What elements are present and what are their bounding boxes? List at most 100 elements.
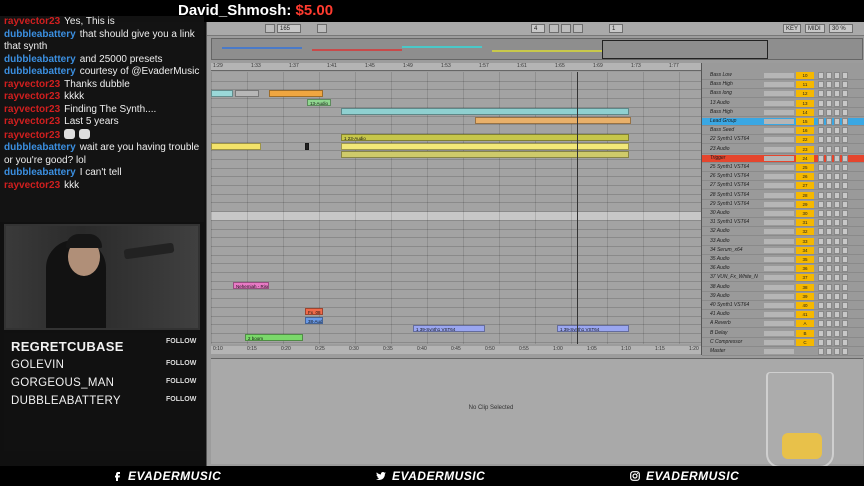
chat-username[interactable]: dubbleabattery xyxy=(4,66,76,77)
track-header[interactable]: A Reverb A xyxy=(702,320,864,328)
track-activator[interactable]: 30 xyxy=(796,210,814,217)
track-button[interactable] xyxy=(842,330,848,337)
arm-button[interactable] xyxy=(826,320,832,327)
track-name[interactable]: Bass High xyxy=(710,81,762,88)
track-name[interactable]: 22 Synth1 VST64 xyxy=(710,136,762,143)
mute-button[interactable] xyxy=(834,238,840,245)
track-header[interactable]: 38 Audio 38 xyxy=(702,284,864,292)
track-activator[interactable]: 24 xyxy=(796,155,814,162)
track-header[interactable]: Bass Seed 16 xyxy=(702,127,864,135)
track-name[interactable]: Bass Seed xyxy=(710,127,762,134)
metronome-button[interactable] xyxy=(317,24,327,33)
track-name[interactable]: 35 Audio xyxy=(710,256,762,263)
clip[interactable] xyxy=(341,108,629,115)
track-header[interactable]: 29 Synth1 VST64 29 xyxy=(702,201,864,209)
solo-button[interactable] xyxy=(818,118,824,125)
time-ruler[interactable]: 0:10 0:15 0:20 0:25 0:30 0:35 0:40 0:45 0:50 0:55… xyxy=(211,346,701,354)
arm-button[interactable] xyxy=(826,127,832,134)
track-header[interactable]: 39 Audio 39 xyxy=(702,293,864,301)
mute-button[interactable] xyxy=(834,219,840,226)
arm-button[interactable] xyxy=(826,164,832,171)
mute-button[interactable] xyxy=(834,311,840,318)
arm-button[interactable] xyxy=(826,81,832,88)
track-name[interactable]: 39 Audio xyxy=(710,293,762,300)
track-name[interactable]: Trigger xyxy=(710,155,762,162)
solo-button[interactable] xyxy=(818,247,824,254)
solo-button[interactable] xyxy=(818,274,824,281)
track-header[interactable]: 26 Synth1 VST64 26 xyxy=(702,173,864,181)
mute-button[interactable] xyxy=(834,284,840,291)
mute-button[interactable] xyxy=(834,182,840,189)
solo-button[interactable] xyxy=(818,164,824,171)
clip[interactable] xyxy=(475,117,631,124)
clip[interactable]: 2 boom xyxy=(245,334,303,341)
tempo-field[interactable]: 165 xyxy=(277,24,301,33)
track-button[interactable] xyxy=(842,228,848,235)
social-handle[interactable]: EVADERMUSIC xyxy=(646,469,739,483)
track-name[interactable]: 29 Synth1 VST64 xyxy=(710,201,762,208)
track-button[interactable] xyxy=(842,201,848,208)
track-name[interactable]: 30 Audio xyxy=(710,210,762,217)
track-name[interactable]: 36 Audio xyxy=(710,265,762,272)
arm-button[interactable] xyxy=(826,293,832,300)
track-activator[interactable]: 23 xyxy=(796,146,814,153)
track-header[interactable]: 37 VUN_Fx_White_N 37 xyxy=(702,274,864,282)
track-name[interactable]: 13 Audio xyxy=(710,100,762,107)
track-activator[interactable]: A xyxy=(796,320,814,327)
track-header[interactable]: 22 Synth1 VST64 22 xyxy=(702,136,864,144)
arm-button[interactable] xyxy=(826,274,832,281)
mute-button[interactable] xyxy=(834,155,840,162)
chat-username[interactable]: dubbleabattery xyxy=(4,29,76,40)
mute-button[interactable] xyxy=(834,164,840,171)
arm-button[interactable] xyxy=(826,256,832,263)
solo-button[interactable] xyxy=(818,72,824,79)
track-activator[interactable]: 37 xyxy=(796,274,814,281)
mute-button[interactable] xyxy=(834,339,840,346)
solo-button[interactable] xyxy=(818,339,824,346)
solo-button[interactable] xyxy=(818,320,824,327)
mute-button[interactable] xyxy=(834,109,840,116)
chat-username[interactable]: dubbleabattery xyxy=(4,142,76,153)
track-button[interactable] xyxy=(842,155,848,162)
chat-username[interactable]: rayvector23 xyxy=(4,91,60,102)
mute-button[interactable] xyxy=(834,118,840,125)
track-name[interactable]: Bass long xyxy=(710,90,762,97)
solo-button[interactable] xyxy=(818,182,824,189)
solo-button[interactable] xyxy=(818,238,824,245)
track-name[interactable]: 41 Audio xyxy=(710,311,762,318)
arm-button[interactable] xyxy=(826,330,832,337)
track-button[interactable] xyxy=(842,192,848,199)
clip[interactable] xyxy=(235,90,259,97)
track-header[interactable]: 27 Synth1 VST64 27 xyxy=(702,182,864,190)
social-link[interactable]: EVADERMUSIC xyxy=(630,469,739,483)
arm-button[interactable] xyxy=(826,100,832,107)
track-name[interactable]: Bass Low xyxy=(710,72,762,79)
clip[interactable] xyxy=(211,90,233,97)
arm-button[interactable] xyxy=(826,182,832,189)
track-header[interactable]: Bass Low 10 xyxy=(702,72,864,80)
chat-username[interactable]: rayvector23 xyxy=(4,180,60,191)
social-handle[interactable]: EVADERMUSIC xyxy=(392,469,485,483)
arm-button[interactable] xyxy=(826,109,832,116)
track-activator[interactable]: 11 xyxy=(796,81,814,88)
track-header[interactable]: Master xyxy=(702,348,864,356)
mute-button[interactable] xyxy=(834,100,840,107)
track-button[interactable] xyxy=(842,302,848,309)
arm-button[interactable] xyxy=(826,302,832,309)
track-header[interactable]: C Compressor C xyxy=(702,339,864,347)
clip[interactable] xyxy=(305,143,309,150)
social-link[interactable]: EVADERMUSIC xyxy=(376,469,485,483)
track-button[interactable] xyxy=(842,219,848,226)
solo-button[interactable] xyxy=(818,127,824,134)
track-name[interactable]: 25 Synth1 VST64 xyxy=(710,164,762,171)
track-button[interactable] xyxy=(842,182,848,189)
clip[interactable]: Fx_08 xyxy=(305,308,323,315)
arm-button[interactable] xyxy=(826,247,832,254)
arm-button[interactable] xyxy=(826,265,832,272)
clip[interactable] xyxy=(211,143,261,150)
track-name[interactable]: 33 Audio xyxy=(710,238,762,245)
time-sig-field[interactable]: 4 xyxy=(531,24,545,33)
track-header[interactable]: Bass High 11 xyxy=(702,81,864,89)
track-activator[interactable]: 39 xyxy=(796,293,814,300)
arm-button[interactable] xyxy=(826,228,832,235)
